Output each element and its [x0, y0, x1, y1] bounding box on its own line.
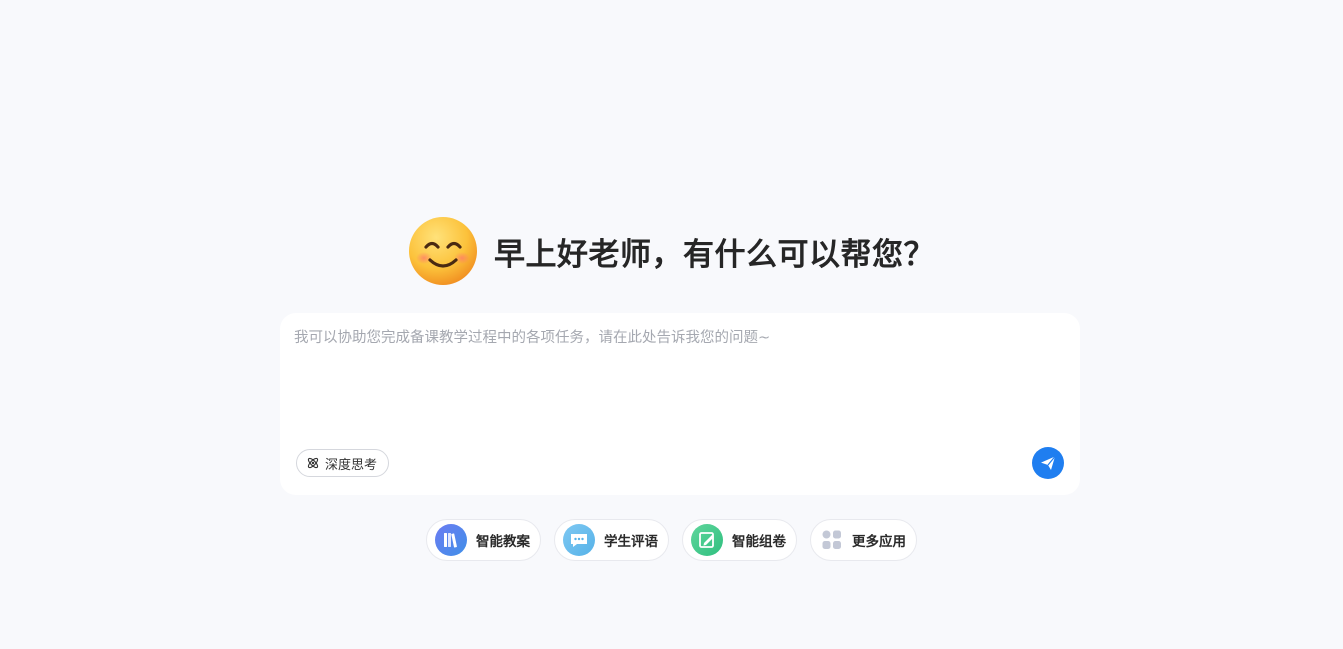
send-button[interactable]	[1032, 447, 1064, 479]
atom-icon	[307, 457, 319, 469]
question-input[interactable]	[294, 327, 1064, 437]
books-icon	[435, 524, 467, 556]
quick-action-label: 智能教案	[476, 534, 530, 550]
smiling-face-icon	[409, 217, 477, 285]
quick-action-more-apps[interactable]: 更多应用	[810, 519, 917, 561]
chat-composer: 深度思考	[280, 313, 1080, 495]
edit-paper-icon	[691, 524, 723, 556]
quick-action-label: 智能组卷	[732, 534, 786, 550]
main-page: 早上好老师，有什么可以帮您？ 深度思考	[0, 0, 1343, 649]
paper-plane-icon	[1041, 456, 1056, 470]
quick-action-label: 学生评语	[604, 534, 658, 550]
quick-action-smart-exam-builder[interactable]: 智能组卷	[682, 519, 797, 561]
chat-bubble-icon	[563, 524, 595, 556]
greeting: 早上好老师，有什么可以帮您？	[0, 216, 1343, 286]
deep-think-toggle[interactable]: 深度思考	[296, 449, 390, 477]
quick-action-smart-lesson-plan[interactable]: 智能教案	[426, 519, 541, 561]
deep-think-label: 深度思考	[325, 457, 378, 473]
quick-actions: 智能教案 学生评语 智能组卷 更多应用	[0, 519, 1343, 561]
apps-grid-icon	[822, 530, 841, 549]
quick-action-label: 更多应用	[852, 534, 906, 550]
quick-action-student-comments[interactable]: 学生评语	[554, 519, 669, 561]
greeting-title: 早上好老师，有什么可以帮您？	[494, 236, 935, 273]
